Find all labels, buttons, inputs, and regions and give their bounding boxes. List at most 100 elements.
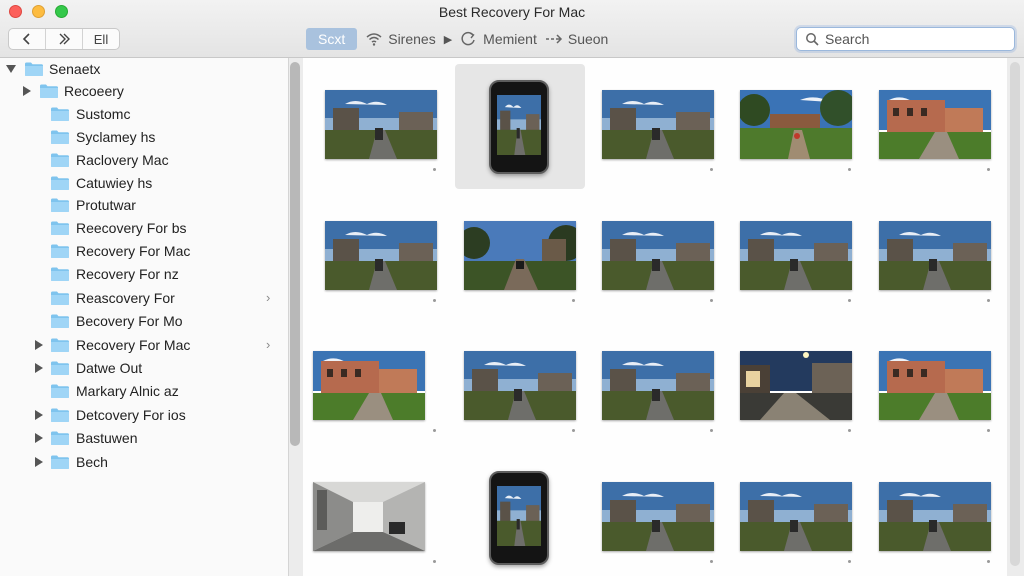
arrow-right-icon [545,34,562,44]
chevron-left-icon [22,33,30,45]
sidebar-item-label: Protutwar [76,197,136,213]
sidebar-item[interactable]: Syclamey hs [0,126,289,148]
sidebar-item[interactable]: Recovery For Mac [0,240,289,262]
wifi-icon [366,33,382,46]
photo-thumbnail[interactable] [602,221,714,290]
folder-icon [50,454,70,470]
sidebar: Senaetx Recoeery Sustomc Syclamey hs Raclove… [0,58,289,576]
thumbnail-label-marker [572,299,575,302]
disclosure-collapsed-icon[interactable] [34,363,44,373]
sidebar-item[interactable]: Becovery For Mo [0,310,289,332]
photo-thumbnail[interactable] [740,221,852,290]
folder-icon [50,430,70,446]
sidebar-item-label: Catuwiey hs [76,175,153,191]
photo-thumbnail[interactable] [740,90,852,159]
photo-thumbnail[interactable] [313,482,425,551]
sidebar-item-label: Syclamey hs [76,129,156,145]
sidebar-item-label: Datwe Out [76,360,143,376]
path-item-sueon[interactable]: Sueon [545,31,608,47]
folder-icon [50,383,70,399]
sidebar-item[interactable]: Reascovery For › [0,287,289,309]
sidebar-item[interactable]: Protutwar [0,194,289,216]
path-item-label: Sirenes [388,31,436,47]
sidebar-item[interactable]: Recovery For nz [0,263,289,285]
sidebar-item-label: Bastuwen [76,430,138,446]
double-chevron-right-icon [59,33,70,45]
phone-screen-image [497,486,541,546]
path-item-label: Memient [483,31,537,47]
photo-thumbnail[interactable] [879,221,991,290]
thumbnail-label-marker [433,168,436,171]
photo-thumbnail[interactable] [464,221,576,290]
sidebar-item[interactable]: Catuwiey hs [0,172,289,194]
folder-icon [39,83,59,99]
photo-thumbnail[interactable] [602,90,714,159]
sidebar-item[interactable]: Sustomc [0,103,289,125]
folder-icon [50,243,70,259]
phone-screen-image [497,95,541,155]
sidebar-item[interactable]: Markary Alnic az [0,380,289,402]
path-separator-icon: ▶ [443,33,453,46]
photo-thumbnail[interactable] [325,90,437,159]
phone-thumbnail[interactable] [489,471,549,565]
navigation-buttons: Ell [8,28,120,50]
photo-thumbnail[interactable] [602,351,714,420]
thumbnail-label-marker [710,299,713,302]
photo-thumbnail[interactable] [740,351,852,420]
folder-icon [50,220,70,236]
search-input[interactable] [825,31,1005,47]
sidebar-item-label: Senaetx [49,61,101,77]
sidebar-item[interactable]: Bech [0,451,289,473]
thumbnail-label-marker [848,560,851,563]
thumbnail-label-marker [433,299,436,302]
thumbnail-label-marker [710,168,713,171]
disclosure-collapsed-icon[interactable] [22,86,32,96]
back-button[interactable] [9,29,46,49]
content-scrollbar[interactable] [1010,62,1020,566]
path-item-sirenes[interactable]: Sirenes [365,31,436,47]
photo-thumbnail[interactable] [325,221,437,290]
path-item-memient[interactable]: Memient [460,31,537,47]
photo-thumbnail[interactable] [879,482,991,551]
thumbnail-label-marker [710,429,713,432]
sidebar-item[interactable]: Recovery For Mac › [0,334,289,356]
sidebar-item-label: Raclovery Mac [76,152,169,168]
sidebar-item-label: Bech [76,454,108,470]
disclosure-collapsed-icon[interactable] [34,340,44,350]
sidebar-scrollbar[interactable] [290,62,300,446]
folder-icon [50,313,70,329]
path-item-selected[interactable]: Scxt [306,28,358,50]
chevron-right-icon: › [266,290,271,305]
disclosure-collapsed-icon[interactable] [34,457,44,467]
sidebar-item-label: Detcovery For ios [76,407,186,423]
thumbnail-label-marker [710,560,713,563]
sidebar-item[interactable]: Datwe Out [0,357,289,379]
disclosure-collapsed-icon[interactable] [34,433,44,443]
view-options-button[interactable]: Ell [83,29,119,49]
sidebar-item-label: Recovery For Mac [76,337,191,353]
photo-thumbnail[interactable] [740,482,852,551]
sidebar-item[interactable]: Raclovery Mac [0,149,289,171]
photo-thumbnail[interactable] [464,351,576,420]
sidebar-item-label: Reascovery For [76,290,175,306]
sidebar-item[interactable]: Senaetx [0,58,289,80]
window-toolbar: Best Recovery For Mac Ell Scxt Sirenes ▶… [0,0,1024,58]
phone-thumbnail[interactable] [489,80,549,174]
disclosure-expanded-icon[interactable] [6,64,16,74]
folder-icon [50,175,70,191]
sidebar-item[interactable]: Reecovery For bs [0,217,289,239]
search-field[interactable] [796,27,1015,51]
photo-thumbnail[interactable] [313,351,425,420]
thumbnail-label-marker [987,299,990,302]
disclosure-collapsed-icon[interactable] [34,410,44,420]
folder-icon [50,197,70,213]
sidebar-item[interactable]: Bastuwen [0,427,289,449]
photo-thumbnail[interactable] [879,351,991,420]
sidebar-item[interactable]: Detcovery For ios [0,404,289,426]
forward-button[interactable] [46,29,83,49]
search-icon [806,33,819,46]
thumbnail-label-marker [848,299,851,302]
photo-thumbnail[interactable] [879,90,991,159]
photo-thumbnail[interactable] [602,482,714,551]
sidebar-item[interactable]: Recoeery [0,80,289,102]
